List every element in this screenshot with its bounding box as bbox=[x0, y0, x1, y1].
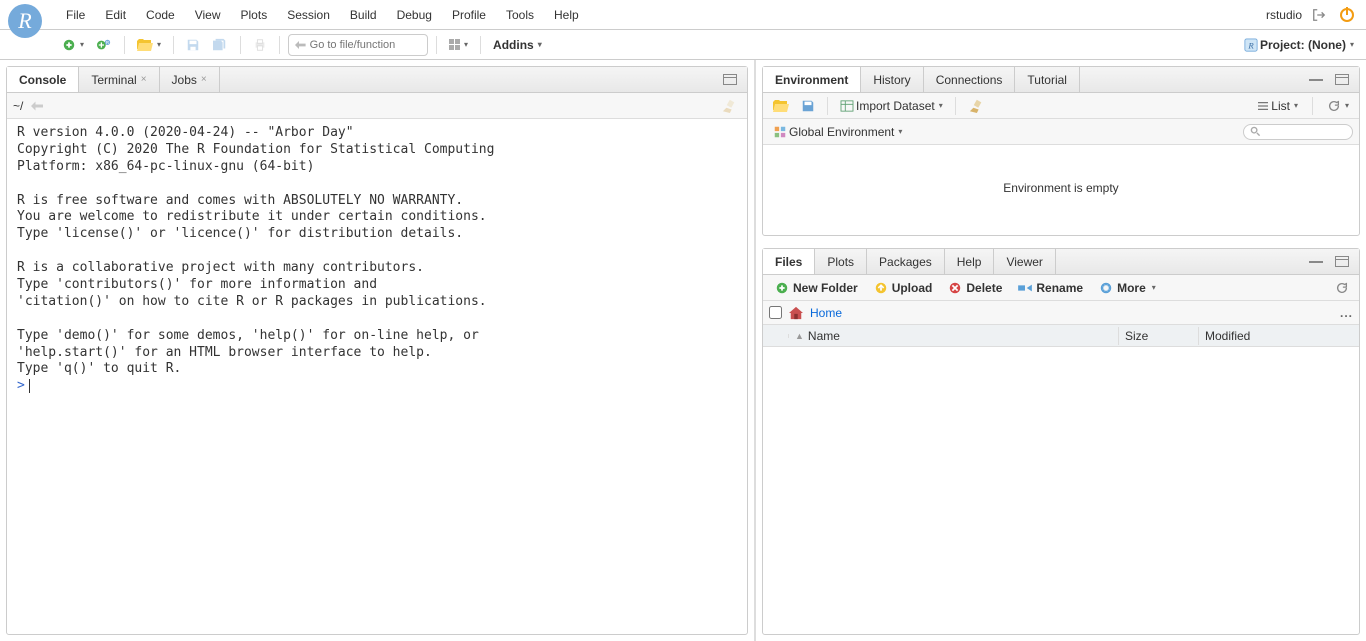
maximize-pane-icon[interactable] bbox=[719, 72, 741, 87]
environment-pane: Environment History Connections Tutorial bbox=[762, 66, 1360, 236]
select-all-checkbox[interactable] bbox=[769, 306, 782, 319]
home-icon[interactable] bbox=[788, 305, 804, 320]
menu-tools[interactable]: Tools bbox=[496, 4, 544, 26]
sign-out-icon[interactable] bbox=[1308, 6, 1330, 24]
power-icon[interactable] bbox=[1336, 6, 1358, 24]
minimize-pane-icon[interactable] bbox=[1305, 259, 1327, 265]
files-list bbox=[763, 347, 1359, 634]
rename-button[interactable]: Rename bbox=[1012, 279, 1089, 297]
maximize-pane-icon[interactable] bbox=[1331, 72, 1353, 87]
column-modified[interactable]: Modified bbox=[1199, 327, 1359, 345]
goto-input[interactable] bbox=[310, 39, 421, 51]
tab-tutorial[interactable]: Tutorial bbox=[1015, 67, 1080, 92]
menu-build[interactable]: Build bbox=[340, 4, 387, 26]
env-scope-bar: Global Environment bbox=[763, 119, 1359, 145]
refresh-env-icon[interactable] bbox=[1323, 97, 1353, 115]
minimize-pane-icon[interactable] bbox=[1305, 77, 1327, 83]
goto-file-function-input[interactable] bbox=[288, 34, 428, 56]
console-cursor bbox=[29, 379, 30, 393]
tab-history[interactable]: History bbox=[861, 67, 923, 92]
upload-button[interactable]: Upload bbox=[868, 279, 939, 297]
svg-text:R: R bbox=[106, 40, 109, 45]
tab-connections[interactable]: Connections bbox=[924, 67, 1016, 92]
env-pane-tabs: Environment History Connections Tutorial bbox=[763, 67, 1359, 93]
env-empty-message: Environment is empty bbox=[773, 151, 1349, 225]
svg-text:R: R bbox=[1247, 40, 1254, 50]
menu-profile[interactable]: Profile bbox=[442, 4, 496, 26]
files-breadcrumb: Home ... bbox=[763, 301, 1359, 325]
column-name[interactable]: ▲Name bbox=[789, 327, 1119, 345]
path-more-icon[interactable]: ... bbox=[1340, 306, 1353, 320]
more-button[interactable]: More bbox=[1093, 279, 1162, 297]
main-toolbar: R Addins R Project: (None) bbox=[0, 30, 1366, 60]
app-name: rstudio bbox=[1266, 8, 1302, 22]
project-menu[interactable]: R Project: (None) bbox=[1240, 36, 1358, 54]
sort-asc-icon: ▲ bbox=[795, 331, 804, 341]
menu-plots[interactable]: Plots bbox=[231, 4, 278, 26]
console-prompt: > bbox=[17, 378, 25, 393]
load-workspace-icon[interactable] bbox=[769, 98, 793, 114]
env-toolbar: Import Dataset List bbox=[763, 93, 1359, 119]
import-dataset-button[interactable]: Import Dataset bbox=[836, 97, 947, 115]
console-path-bar: ~/ bbox=[7, 93, 747, 119]
menu-edit[interactable]: Edit bbox=[95, 4, 136, 26]
addins-button[interactable]: Addins bbox=[489, 36, 546, 54]
new-folder-button[interactable]: New Folder bbox=[769, 279, 864, 297]
column-size[interactable]: Size bbox=[1119, 327, 1199, 345]
save-workspace-icon[interactable] bbox=[797, 97, 819, 115]
console-pane: Console Terminal× Jobs× ~/ R bbox=[6, 66, 748, 635]
menu-session[interactable]: Session bbox=[277, 4, 340, 26]
menu-debug[interactable]: Debug bbox=[387, 4, 442, 26]
tab-terminal[interactable]: Terminal× bbox=[79, 67, 159, 92]
print-button[interactable] bbox=[249, 36, 271, 54]
tab-environment[interactable]: Environment bbox=[763, 67, 861, 92]
console-output[interactable]: R version 4.0.0 (2020-04-24) -- "Arbor D… bbox=[7, 119, 747, 634]
menu-view[interactable]: View bbox=[185, 4, 231, 26]
files-pane-tabs: Files Plots Packages Help Viewer bbox=[763, 249, 1359, 275]
tab-viewer[interactable]: Viewer bbox=[994, 249, 1055, 274]
clear-env-icon[interactable] bbox=[964, 97, 988, 115]
close-icon[interactable]: × bbox=[201, 74, 207, 85]
files-table-header: ▲Name Size Modified bbox=[763, 325, 1359, 347]
breadcrumb-home[interactable]: Home bbox=[810, 306, 842, 320]
console-text: R version 4.0.0 (2020-04-24) -- "Arbor D… bbox=[17, 125, 737, 378]
tab-packages[interactable]: Packages bbox=[867, 249, 945, 274]
files-toolbar: New Folder Upload Delete Rename More bbox=[763, 275, 1359, 301]
save-all-button[interactable] bbox=[208, 36, 232, 54]
files-pane: Files Plots Packages Help Viewer New Fol… bbox=[762, 248, 1360, 635]
menu-code[interactable]: Code bbox=[136, 4, 185, 26]
view-dir-icon[interactable] bbox=[27, 99, 47, 113]
console-working-dir: ~/ bbox=[13, 99, 23, 113]
env-body: Environment is empty bbox=[763, 145, 1359, 235]
tab-jobs[interactable]: Jobs× bbox=[160, 67, 220, 92]
new-project-button[interactable]: R bbox=[92, 36, 116, 54]
open-file-button[interactable] bbox=[133, 37, 165, 53]
save-button[interactable] bbox=[182, 36, 204, 54]
workspace-panes-button[interactable] bbox=[445, 37, 472, 52]
console-pane-tabs: Console Terminal× Jobs× bbox=[7, 67, 747, 93]
maximize-pane-icon[interactable] bbox=[1331, 254, 1353, 269]
tab-plots[interactable]: Plots bbox=[815, 249, 867, 274]
menubar: R File Edit Code View Plots Session Buil… bbox=[0, 0, 1366, 30]
rstudio-logo: R bbox=[8, 4, 42, 38]
workspace: Console Terminal× Jobs× ~/ R bbox=[0, 60, 1366, 641]
menu-help[interactable]: Help bbox=[544, 4, 589, 26]
env-search-input[interactable] bbox=[1243, 124, 1353, 140]
new-file-button[interactable] bbox=[58, 36, 88, 54]
tab-help[interactable]: Help bbox=[945, 249, 995, 274]
tab-console[interactable]: Console bbox=[7, 67, 79, 92]
env-scope-selector[interactable]: Global Environment bbox=[769, 123, 906, 141]
clear-console-icon[interactable] bbox=[717, 97, 741, 115]
menu-file[interactable]: File bbox=[56, 4, 95, 26]
close-icon[interactable]: × bbox=[141, 74, 147, 85]
refresh-files-icon[interactable] bbox=[1331, 279, 1353, 297]
tab-files[interactable]: Files bbox=[763, 249, 815, 274]
delete-button[interactable]: Delete bbox=[942, 279, 1008, 297]
env-search-field[interactable] bbox=[1265, 126, 1345, 138]
env-list-view-button[interactable]: List bbox=[1253, 97, 1302, 115]
